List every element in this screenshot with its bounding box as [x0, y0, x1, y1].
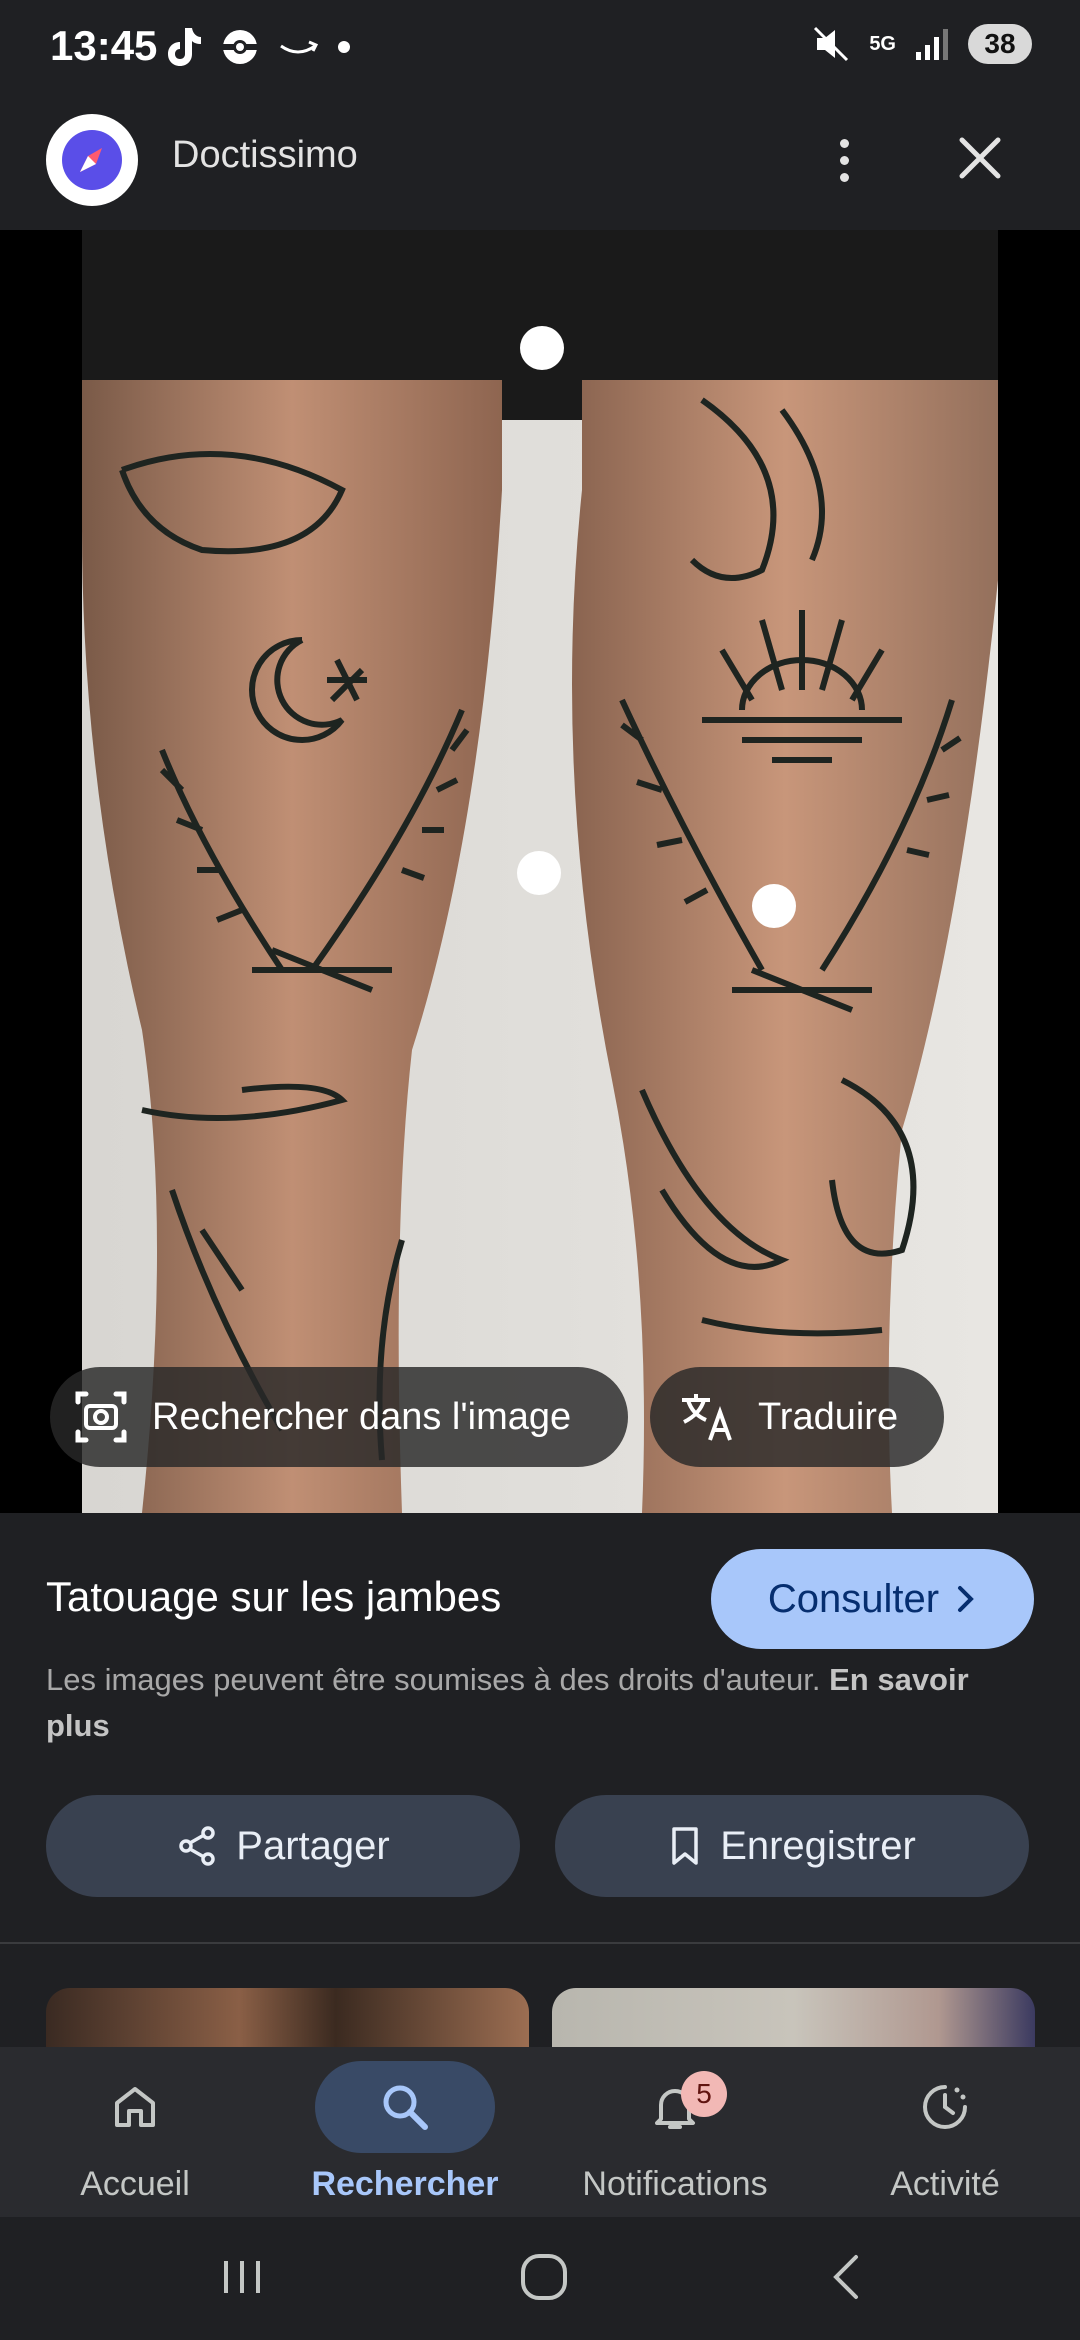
close-icon[interactable]: [950, 128, 1010, 188]
chevron-right-icon: [958, 1586, 974, 1612]
home-button-icon[interactable]: [514, 2247, 574, 2307]
copyright-notice: Les images peuvent être soumises à des d…: [46, 1657, 1036, 1749]
status-time: 13:45: [50, 22, 158, 69]
share-button[interactable]: Partager: [46, 1795, 520, 1897]
nav-item-home[interactable]: Accueil: [0, 2047, 270, 2217]
related-image-1[interactable]: [46, 1988, 529, 2048]
site-logo[interactable]: [46, 114, 138, 206]
nav-item-notifications[interactable]: 5 Notifications: [540, 2047, 810, 2217]
share-label: Partager: [236, 1823, 390, 1868]
status-bar: 13:45 5G 38: [0, 0, 1080, 100]
back-icon[interactable]: [818, 2247, 878, 2307]
consult-button[interactable]: Consulter: [711, 1549, 1034, 1649]
search-in-image-label: Rechercher dans l'image: [152, 1395, 572, 1438]
search-icon: [383, 2085, 428, 2130]
save-label: Enregistrer: [720, 1823, 916, 1868]
header: Doctissimo: [0, 100, 1080, 230]
nav-label-search: Rechercher: [311, 2165, 499, 2203]
mute-icon: [814, 26, 849, 62]
recents-icon[interactable]: [212, 2247, 272, 2307]
consult-label: Consulter: [767, 1576, 940, 1621]
related-image-2[interactable]: [552, 1988, 1035, 2048]
search-in-image-button[interactable]: Rechercher dans l'image: [50, 1367, 628, 1467]
translate-icon: [682, 1394, 732, 1441]
divider: [0, 1942, 1080, 1944]
compass-icon: [62, 130, 122, 190]
nav-label-activity: Activité: [890, 2165, 1000, 2203]
bottom-nav: Accueil Rechercher 5 Notifications Activ…: [0, 2047, 1080, 2217]
nav-item-activity[interactable]: Activité: [810, 2047, 1080, 2217]
site-title[interactable]: Doctissimo: [172, 134, 358, 177]
system-nav: [0, 2217, 1080, 2340]
signal-icon: [916, 29, 948, 60]
tiktok-icon: [168, 28, 201, 66]
result-info: Tatouage sur les jambes Consulter Les im…: [0, 1513, 1080, 1943]
dot-icon: [338, 41, 350, 53]
home-icon: [115, 2087, 155, 2127]
status-right: 5G 38: [811, 24, 1032, 64]
pokeball-icon: [223, 30, 257, 64]
nav-label-notifications: Notifications: [582, 2165, 768, 2203]
more-options-icon[interactable]: [820, 126, 868, 194]
nav-item-search[interactable]: Rechercher: [270, 2047, 540, 2217]
notification-icons: [165, 26, 351, 68]
translate-button[interactable]: Traduire: [650, 1367, 944, 1467]
copyright-text: Les images peuvent être soumises à des d…: [46, 1662, 821, 1697]
network-label: 5G: [869, 33, 896, 55]
share-icon: [179, 1826, 216, 1866]
result-title: Tatouage sur les jambes: [46, 1573, 502, 1620]
save-button[interactable]: Enregistrer: [555, 1795, 1029, 1897]
translate-label: Traduire: [758, 1395, 899, 1438]
nav-label-home: Accueil: [80, 2165, 190, 2203]
bookmark-icon: [672, 1827, 698, 1865]
tattoo-legs-photo[interactable]: [82, 230, 998, 1513]
lens-icon: [75, 1391, 127, 1443]
battery-indicator: 38: [968, 24, 1032, 64]
image-viewer[interactable]: Rechercher dans l'image Traduire: [0, 230, 1080, 1513]
activity-icon: [923, 2085, 967, 2129]
amazon-icon: [280, 40, 319, 54]
notification-badge: 5: [681, 2071, 727, 2117]
